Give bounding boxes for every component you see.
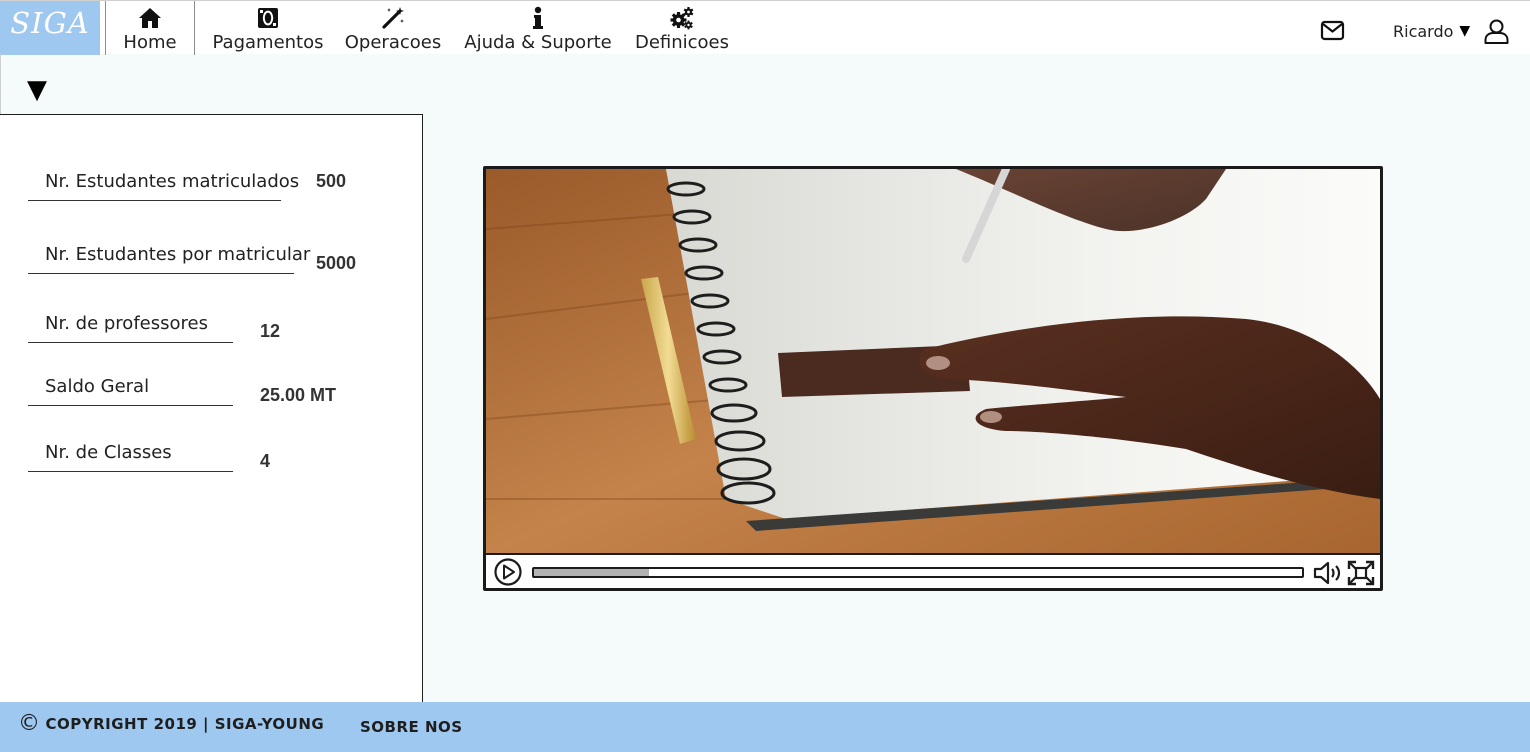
nav-item-ajuda-suporte[interactable]: Ajuda & Suporte [461,1,615,55]
video-player[interactable] [483,166,1383,591]
copyright-icon: © [18,711,41,736]
magic-wand-icon [382,7,404,29]
nav-label-ajuda-suporte: Ajuda & Suporte [464,32,612,53]
nav-label-pagamentos: Pagamentos [212,32,324,53]
app-logo[interactable]: SIGA [0,1,100,55]
nav-label-home: Home [123,32,177,53]
video-progress-bar[interactable] [532,567,1304,578]
copyright-notice: © COPYRIGHT 2019 | SIGA-YOUNG [18,711,325,736]
nav-label-definicoes: Definicoes [634,32,730,53]
about-link[interactable]: SOBRE NOS [360,718,463,736]
video-controls [486,553,1380,588]
volume-icon[interactable] [1312,560,1344,586]
nav-item-home[interactable]: Home [105,1,195,55]
info-icon [533,6,543,29]
mail-icon[interactable] [1320,18,1345,43]
user-menu[interactable]: Ricardo ▼ [1393,20,1470,42]
footer: © COPYRIGHT 2019 | SIGA-YOUNG SOBRE NOS [0,702,1530,752]
user-name: Ricardo [1393,21,1454,41]
gears-icon [670,7,694,30]
stat-label-enrolled-students: Nr. Estudantes matriculados [28,161,299,201]
stat-value-pending-students: 5000 [316,253,357,273]
stat-label-classes: Nr. de Classes [28,432,233,472]
stats-panel: Nr. Estudantes matriculados 500 Nr. Estu… [0,114,423,702]
money-icon [258,8,278,28]
nav-label-operacoes: Operacoes [344,32,442,53]
video-progress-fill [534,569,650,576]
stat-value-balance: 25.00 MT [260,385,337,405]
stat-value-professors: 12 [260,321,281,341]
nav-item-operacoes[interactable]: Operacoes [342,1,444,55]
user-icon[interactable] [1483,18,1510,45]
play-icon[interactable] [492,558,524,586]
stat-value-enrolled-students: 500 [316,171,347,191]
copyright-text: COPYRIGHT 2019 | SIGA-YOUNG [45,715,325,733]
caret-down-icon[interactable]: ▼ [1459,23,1470,39]
stat-label-balance: Saldo Geral [28,366,233,406]
stat-label-professors: Nr. de professores [28,303,233,343]
panel-edge [0,54,1,115]
video-frame-notebook-image[interactable] [486,169,1380,553]
stat-value-classes: 4 [260,451,271,471]
nav-item-pagamentos[interactable]: Pagamentos [212,1,324,55]
nav-item-definicoes[interactable]: Definicoes [632,1,732,55]
collapse-toggle-icon[interactable]: ▼ [27,77,49,103]
home-icon [139,8,161,28]
stat-label-pending-students: Nr. Estudantes por matricular [28,234,310,274]
fullscreen-icon[interactable] [1347,560,1375,586]
top-navigation-bar: SIGA Home Pagamentos Operacoes Ajuda & S… [0,0,1530,55]
